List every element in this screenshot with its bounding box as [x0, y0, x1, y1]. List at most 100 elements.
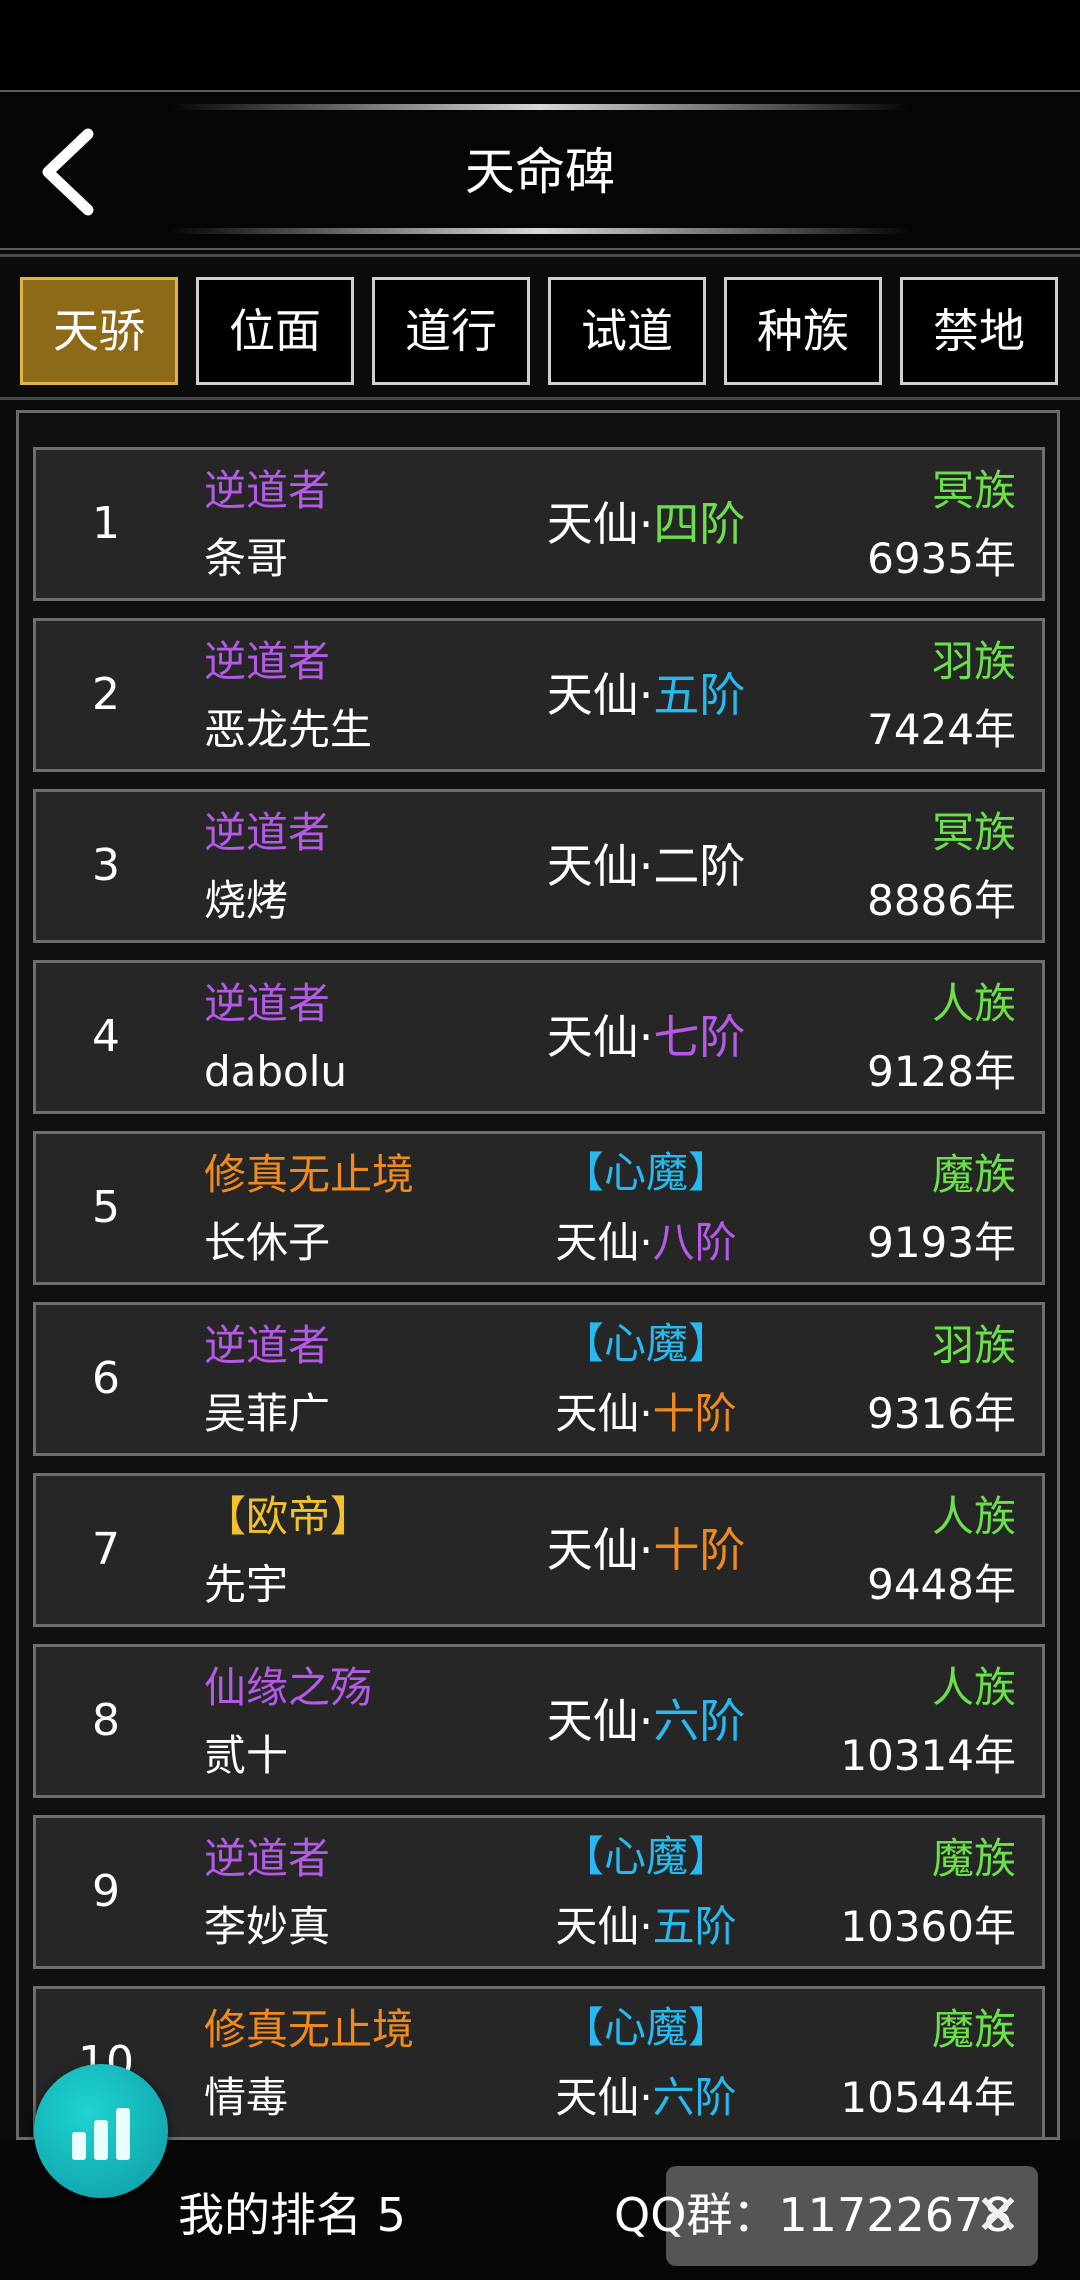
age-value: 8886年 — [867, 876, 1016, 925]
bar-chart-icon — [72, 2108, 130, 2160]
ranking-row[interactable]: 9 逆道者 李妙真 【心魔】 天仙·五阶 魔族 10360年 — [33, 1815, 1045, 1969]
realm-level: 天仙·六阶 — [476, 1647, 816, 1795]
realm-level: 天仙·十阶 — [476, 1476, 816, 1624]
ranking-row[interactable]: 2 逆道者 恶龙先生 天仙·五阶 羽族 7424年 — [33, 618, 1045, 772]
realm-stage: 五阶 — [652, 1902, 737, 1951]
age-value: 9448年 — [867, 1560, 1016, 1609]
ranking-list[interactable]: 1 逆道者 条哥 天仙·四阶 冥族 6935年 2 逆道者 恶龙先生 天仙·五阶… — [16, 410, 1060, 2140]
rank-number: 8 — [92, 1695, 120, 1746]
tab-tianjiao[interactable]: 天骄 — [20, 277, 178, 385]
rank-number: 2 — [92, 669, 120, 720]
realm-stage: 二阶 — [653, 839, 746, 893]
realm-level: 天仙·七阶 — [476, 963, 816, 1111]
race-label: 人族 — [931, 1492, 1016, 1541]
age-value: 10360年 — [840, 1902, 1016, 1951]
player-name: 恶龙先生 — [204, 705, 373, 754]
player-name: 情毒 — [204, 2073, 289, 2122]
age-value: 9128年 — [867, 1047, 1016, 1096]
tab-zhongzu[interactable]: 种族 — [724, 277, 882, 385]
realm-name: 天仙· — [555, 2073, 653, 2122]
page-title: 天命碑 — [465, 143, 615, 201]
realm-stage: 四阶 — [653, 497, 746, 551]
ranking-row[interactable]: 7 【欧帝】 先宇 天仙·十阶 人族 9448年 — [33, 1473, 1045, 1627]
age-value: 6935年 — [867, 534, 1016, 583]
player-title: 【欧帝】 — [204, 1492, 373, 1541]
tab-jindi[interactable]: 禁地 — [900, 277, 1058, 385]
realm-stage: 六阶 — [653, 1694, 746, 1748]
header: 天命碑 — [0, 90, 1080, 250]
header-ornament-top — [170, 104, 910, 110]
player-title: 逆道者 — [204, 466, 331, 515]
realm-stage: 十阶 — [652, 1389, 737, 1438]
realm-name: 天仙· — [546, 497, 654, 551]
race-label: 魔族 — [931, 2005, 1016, 2054]
header-ornament-bottom — [170, 228, 910, 234]
player-title: 修真无止境 — [204, 2005, 415, 2054]
realm-level: 天仙·五阶 — [476, 621, 816, 769]
player-title: 逆道者 — [204, 1321, 331, 1370]
age-value: 10314年 — [840, 1731, 1016, 1780]
player-name: dabolu — [204, 1047, 348, 1096]
rank-number: 6 — [92, 1353, 120, 1404]
player-name: 条哥 — [204, 534, 289, 583]
player-title: 逆道者 — [204, 979, 331, 1028]
race-label: 人族 — [931, 1663, 1016, 1712]
tab-bar: 天骄 位面 道行 试道 种族 禁地 — [0, 254, 1080, 400]
rank-number: 4 — [92, 1011, 120, 1062]
race-label: 人族 — [931, 979, 1016, 1028]
race-label: 羽族 — [931, 1321, 1016, 1370]
realm-name: 天仙· — [546, 839, 654, 893]
realm-name: 天仙· — [555, 1902, 653, 1951]
rank-number: 1 — [92, 498, 120, 549]
ranking-row[interactable]: 1 逆道者 条哥 天仙·四阶 冥族 6935年 — [33, 447, 1045, 601]
rank-number: 9 — [92, 1866, 120, 1917]
tab-weimian[interactable]: 位面 — [196, 277, 354, 385]
ranking-row[interactable]: 4 逆道者 dabolu 天仙·七阶 人族 9128年 — [33, 960, 1045, 1114]
player-title: 逆道者 — [204, 637, 331, 686]
player-title: 逆道者 — [204, 808, 331, 857]
tab-daoxing[interactable]: 道行 — [372, 277, 530, 385]
realm-level: 天仙·六阶 — [476, 2069, 816, 2127]
player-title: 逆道者 — [204, 1834, 331, 1883]
ranking-row[interactable]: 8 仙缘之殇 贰十 天仙·六阶 人族 10314年 — [33, 1644, 1045, 1798]
realm-level: 天仙·十阶 — [476, 1385, 816, 1443]
player-name: 贰十 — [204, 1731, 289, 1780]
close-icon[interactable]: ✕ — [968, 2176, 1028, 2256]
player-title: 仙缘之殇 — [204, 1663, 373, 1712]
race-label: 冥族 — [931, 808, 1016, 857]
rank-number: 7 — [92, 1524, 120, 1575]
realm-name: 天仙· — [555, 1218, 653, 1267]
realm-stage: 十阶 — [653, 1523, 746, 1577]
realm-name: 天仙· — [546, 1694, 654, 1748]
qq-group-label: QQ群：11722678 — [614, 2188, 1013, 2242]
ranking-row[interactable]: 5 修真无止境 长休子 【心魔】 天仙·八阶 魔族 9193年 — [33, 1131, 1045, 1285]
player-title: 修真无止境 — [204, 1150, 415, 1199]
rank-number: 5 — [92, 1182, 120, 1233]
realm-name: 天仙· — [555, 1389, 653, 1438]
inner-demon-badge: 【心魔】 — [561, 1148, 730, 1197]
rank-number: 3 — [92, 840, 120, 891]
realm-name: 天仙· — [546, 668, 654, 722]
age-value: 9316年 — [867, 1389, 1016, 1438]
realm-stage: 五阶 — [653, 668, 746, 722]
player-name: 烧烤 — [204, 876, 289, 925]
stats-fab[interactable] — [34, 2064, 168, 2198]
realm-name: 天仙· — [546, 1010, 654, 1064]
tab-shidao[interactable]: 试道 — [548, 277, 706, 385]
player-name: 吴菲广 — [204, 1389, 331, 1438]
player-name: 先宇 — [204, 1560, 289, 1609]
realm-stage: 六阶 — [652, 2073, 737, 2122]
age-value: 7424年 — [867, 705, 1016, 754]
race-label: 魔族 — [931, 1150, 1016, 1199]
age-value: 10544年 — [840, 2073, 1016, 2122]
inner-demon-badge: 【心魔】 — [561, 1319, 730, 1368]
realm-level: 天仙·五阶 — [476, 1898, 816, 1956]
inner-demon-badge: 【心魔】 — [561, 2003, 730, 2052]
ranking-row[interactable]: 6 逆道者 吴菲广 【心魔】 天仙·十阶 羽族 9316年 — [33, 1302, 1045, 1456]
realm-stage: 七阶 — [653, 1010, 746, 1064]
ranking-row[interactable]: 3 逆道者 烧烤 天仙·二阶 冥族 8886年 — [33, 789, 1045, 943]
realm-name: 天仙· — [546, 1523, 654, 1577]
race-label: 冥族 — [931, 466, 1016, 515]
ranking-row[interactable]: 10 修真无止境 情毒 【心魔】 天仙·六阶 魔族 10544年 — [33, 1986, 1045, 2137]
race-label: 魔族 — [931, 1834, 1016, 1883]
